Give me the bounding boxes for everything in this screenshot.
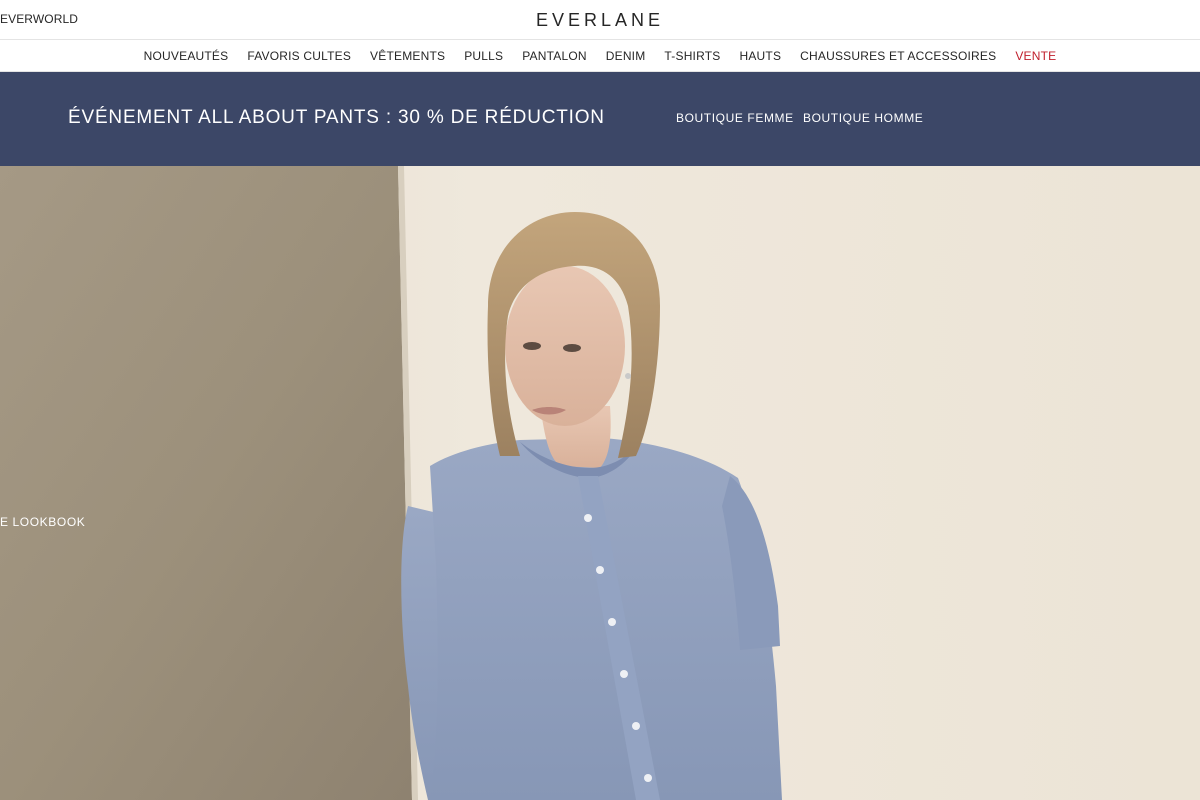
top-bar: EVERWORLD EVERLANE bbox=[0, 0, 1200, 40]
shop-women-link[interactable]: BOUTIQUE FEMME bbox=[676, 111, 794, 125]
hero-section: E LOOKBOOK bbox=[0, 166, 1200, 800]
nav-item-tops[interactable]: HAUTS bbox=[730, 49, 791, 63]
promo-title: ÉVÉNEMENT ALL ABOUT PANTS : 30 % DE RÉDU… bbox=[68, 107, 605, 128]
nav-item-new-arrivals[interactable]: NOUVEAUTÉS bbox=[134, 49, 238, 63]
nav-item-cult-favorites[interactable]: FAVORIS CULTES bbox=[238, 49, 361, 63]
main-nav: NOUVEAUTÉS FAVORIS CULTES VÊTEMENTS PULL… bbox=[0, 40, 1200, 72]
nav-item-sale[interactable]: VENTE bbox=[1006, 49, 1066, 63]
nav-item-tshirts[interactable]: T-SHIRTS bbox=[655, 49, 730, 63]
nav-item-pants[interactable]: PANTALON bbox=[513, 49, 597, 63]
nav-item-clothing[interactable]: VÊTEMENTS bbox=[361, 49, 455, 63]
nav-item-shoes-accessories[interactable]: CHAUSSURES ET ACCESSOIRES bbox=[791, 49, 1006, 63]
nav-item-denim[interactable]: DENIM bbox=[596, 49, 655, 63]
promo-banner: ÉVÉNEMENT ALL ABOUT PANTS : 30 % DE RÉDU… bbox=[0, 72, 1200, 166]
hero-image[interactable] bbox=[0, 166, 1200, 800]
nav-item-sweaters[interactable]: PULLS bbox=[455, 49, 513, 63]
lookbook-link[interactable]: E LOOKBOOK bbox=[0, 515, 85, 529]
shop-men-link[interactable]: BOUTIQUE HOMME bbox=[803, 111, 923, 125]
everlane-logo[interactable]: EVERLANE bbox=[0, 10, 1200, 31]
